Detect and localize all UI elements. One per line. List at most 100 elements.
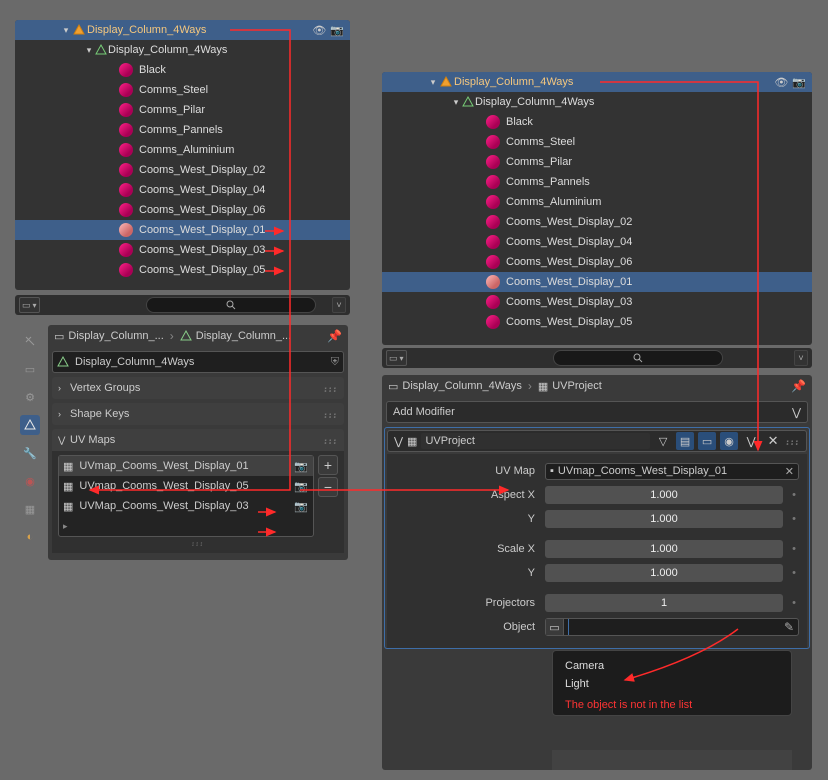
pin-icon[interactable]: 📌: [791, 379, 806, 393]
outliner-material[interactable]: Cooms_West_Display_06: [382, 252, 812, 272]
tab-scene[interactable]: ⚙: [20, 387, 40, 407]
outliner-root[interactable]: ▾ Display_Column_4Ways 👁📷: [382, 72, 812, 92]
material-icon: [486, 215, 500, 229]
expand-icon[interactable]: ⋁: [394, 435, 403, 448]
display-cage-toggle[interactable]: ▭: [698, 432, 716, 450]
tab-world[interactable]: ◉: [20, 471, 40, 491]
breadcrumb-object[interactable]: ▭Display_Column_...: [54, 330, 164, 343]
aspect-y-input[interactable]: 1.000: [545, 510, 783, 528]
active-render-icon[interactable]: 📷: [293, 460, 309, 473]
close-icon[interactable]: ✕: [764, 432, 782, 450]
popup-option-camera[interactable]: Camera: [565, 657, 779, 675]
tab-modifiers[interactable]: 🔧: [20, 443, 40, 463]
view-options-button[interactable]: ▭ ▾: [386, 350, 407, 366]
tab-tool[interactable]: [20, 331, 40, 351]
outliner-material[interactable]: Cooms_West_Display_04: [15, 180, 350, 200]
uvmap-icon: ▦: [63, 480, 73, 493]
aspect-x-input[interactable]: 1.000: [545, 486, 783, 504]
object-datablock-icon[interactable]: ▭: [546, 619, 564, 635]
outliner-root[interactable]: ▾ Display_Column_4Ways 👁📷: [15, 20, 350, 40]
modifier-name-field[interactable]: UVProject: [421, 433, 650, 449]
material-icon: [486, 315, 500, 329]
projectors-input[interactable]: 1: [545, 594, 783, 612]
popup-option-light[interactable]: Light: [565, 675, 779, 693]
outliner-material[interactable]: Comms_Steel: [15, 80, 350, 100]
outliner-material[interactable]: Black: [382, 112, 812, 132]
pin-icon[interactable]: 📌: [327, 329, 342, 343]
camera-icon[interactable]: 📷: [330, 24, 344, 37]
uv-maps-list[interactable]: ▦UVmap_Cooms_West_Display_01📷▦UVmap_Coom…: [58, 455, 314, 537]
display-render-toggle[interactable]: ◉: [720, 432, 738, 450]
display-edit-toggle[interactable]: ▤: [676, 432, 694, 450]
active-render-icon[interactable]: 📷: [293, 480, 309, 493]
breadcrumb-data[interactable]: Display_Column_...: [180, 330, 291, 342]
mesh-object-icon: [438, 74, 454, 90]
tab-object-data[interactable]: [20, 415, 40, 435]
active-render-icon[interactable]: 📷: [293, 500, 309, 513]
add-uv-map-button[interactable]: +: [318, 455, 338, 475]
search-input[interactable]: [553, 350, 723, 366]
filter-dropdown[interactable]: ˅: [332, 297, 346, 313]
tab-texture[interactable]: ▦: [20, 499, 40, 519]
apply-on-spline-icon[interactable]: ▽: [654, 432, 672, 450]
outliner-material[interactable]: Comms_Steel: [382, 132, 812, 152]
add-modifier-dropdown[interactable]: Add Modifier⋁: [386, 401, 808, 423]
remove-uv-map-button[interactable]: −: [318, 477, 338, 497]
clear-icon[interactable]: ✕: [785, 465, 794, 478]
outliner-material[interactable]: Cooms_West_Display_02: [15, 160, 350, 180]
outliner-material[interactable]: Comms_Aluminium: [382, 192, 812, 212]
outliner-material[interactable]: Cooms_West_Display_05: [15, 260, 350, 280]
object-input[interactable]: [568, 619, 776, 635]
eye-icon[interactable]: 👁: [312, 24, 326, 37]
outliner-material[interactable]: Comms_Pilar: [15, 100, 350, 120]
uv-map-item[interactable]: ▦UVmap_Cooms_West_Display_01📷: [59, 456, 313, 476]
section-vertex-groups[interactable]: ›Vertex Groups᎓᎓᎓: [52, 377, 344, 399]
eyedropper-icon[interactable]: ✎: [780, 620, 798, 634]
material-icon: [119, 263, 133, 277]
outliner-material[interactable]: Cooms_West_Display_03: [382, 292, 812, 312]
outliner-material[interactable]: Black: [15, 60, 350, 80]
object-search-popup[interactable]: Camera Light The object is not in the li…: [552, 650, 792, 716]
outliner-material[interactable]: Cooms_West_Display_06: [15, 200, 350, 220]
uv-map-item[interactable]: ▦UVmap_Cooms_West_Display_05📷: [59, 476, 313, 496]
outliner-material[interactable]: Cooms_West_Display_05: [382, 312, 812, 332]
outliner-material[interactable]: Cooms_West_Display_01: [15, 220, 350, 240]
outliner-material[interactable]: Comms_Pannels: [382, 172, 812, 192]
tab-material[interactable]: ◐: [20, 527, 40, 547]
breadcrumb-object[interactable]: ▭Display_Column_4Ways: [388, 380, 522, 393]
section-shape-keys[interactable]: ›Shape Keys᎓᎓᎓: [52, 403, 344, 425]
outliner-material[interactable]: Comms_Aluminium: [15, 140, 350, 160]
filter-dropdown[interactable]: ˅: [794, 350, 808, 366]
breadcrumb-modifier[interactable]: ▦UVProject: [538, 380, 602, 393]
drag-handle-icon[interactable]: ᎓᎓᎓: [188, 537, 208, 549]
outliner-material[interactable]: Cooms_West_Display_01: [382, 272, 812, 292]
drag-handle-icon[interactable]: ᎓᎓᎓: [786, 434, 800, 449]
left-outliner[interactable]: ▾ Display_Column_4Ways 👁📷▾ Display_Colum…: [15, 20, 350, 290]
uv-map-item[interactable]: ▦UVMap_Cooms_West_Display_03📷: [59, 496, 313, 516]
uvproject-icon: ▦: [538, 380, 548, 393]
view-options-button[interactable]: ▭ ▾: [19, 297, 40, 313]
field-uv-map: UV Map ▪ UVmap_Cooms_West_Display_01 ✕: [395, 460, 799, 482]
material-icon: [119, 143, 133, 157]
right-outliner[interactable]: ▾ Display_Column_4Ways 👁📷▾ Display_Colum…: [382, 72, 812, 345]
eye-icon[interactable]: 👁: [774, 76, 788, 89]
scale-y-input[interactable]: 1.000: [545, 564, 783, 582]
shield-icon[interactable]: ⛨: [331, 356, 339, 369]
outliner-mesh[interactable]: ▾ Display_Column_4Ways: [382, 92, 812, 112]
camera-icon[interactable]: 📷: [792, 76, 806, 89]
outliner-material[interactable]: Cooms_West_Display_02: [382, 212, 812, 232]
outliner-material[interactable]: Comms_Pannels: [15, 120, 350, 140]
object-name-field[interactable]: Display_Column_4Ways ⛨: [52, 351, 344, 373]
outliner-material[interactable]: Comms_Pilar: [382, 152, 812, 172]
chevron-down-icon[interactable]: ⋁: [742, 432, 760, 450]
outliner-material[interactable]: Cooms_West_Display_03: [15, 240, 350, 260]
outliner-material[interactable]: Cooms_West_Display_04: [382, 232, 812, 252]
outliner-mesh[interactable]: ▾ Display_Column_4Ways: [15, 40, 350, 60]
search-input[interactable]: [146, 297, 316, 313]
uv-map-selector[interactable]: ▪ UVmap_Cooms_West_Display_01 ✕: [545, 463, 799, 480]
material-icon: [486, 115, 500, 129]
scale-x-input[interactable]: 1.000: [545, 540, 783, 558]
tab-output[interactable]: ▭: [20, 359, 40, 379]
uvmap-icon: ▦: [63, 500, 73, 513]
section-uv-maps-head[interactable]: ⋁UV Maps᎓᎓᎓: [52, 429, 344, 451]
